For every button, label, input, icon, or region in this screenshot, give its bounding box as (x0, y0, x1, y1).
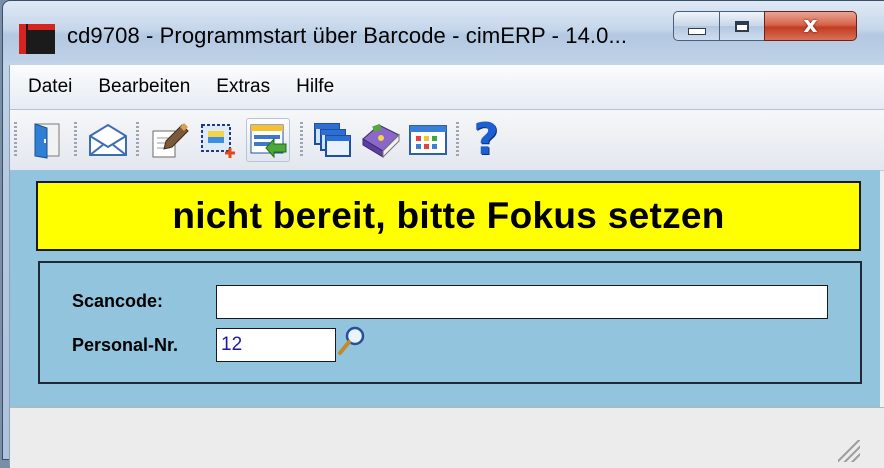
book-button[interactable] (358, 118, 402, 162)
search-button[interactable] (338, 325, 366, 362)
book-icon (362, 123, 400, 159)
window-title: cd9708 - Programmstart über Barcode - ci… (67, 23, 628, 48)
menu-hilfe[interactable]: Hilfe (283, 76, 347, 98)
status-bar (10, 407, 884, 468)
minimize-icon (687, 27, 706, 35)
mail-icon (89, 123, 127, 156)
edit-document-icon (152, 123, 189, 158)
toolbar: ? (10, 110, 884, 171)
menu-extras[interactable]: Extras (203, 76, 283, 98)
list-import-button[interactable] (246, 118, 290, 162)
toolbar-separator (74, 122, 77, 158)
close-icon: x (803, 13, 818, 38)
help-button[interactable]: ? (464, 118, 508, 162)
menu-datei[interactable]: Datei (10, 76, 85, 98)
magnifier-icon (338, 326, 365, 355)
exit-button[interactable] (26, 118, 70, 162)
toolbar-separator (300, 122, 303, 158)
grid-view-button[interactable] (406, 118, 450, 162)
new-selection-icon (201, 124, 235, 158)
personal-nr-input[interactable]: 12 (216, 328, 336, 362)
windows-icon (314, 123, 351, 157)
minimize-button[interactable] (673, 11, 720, 41)
mail-button[interactable] (86, 118, 130, 162)
toolbar-grip[interactable] (14, 122, 17, 158)
menu-bar: Datei Bearbeiten Extras Hilfe (10, 65, 884, 110)
close-button[interactable]: x (764, 11, 857, 41)
client-area: Datei Bearbeiten Extras Hilfe ? nicht be… (9, 65, 884, 468)
toolbar-separator (456, 122, 459, 158)
resize-grip[interactable] (838, 440, 860, 462)
list-import-icon (250, 124, 287, 158)
app-logo-icon[interactable] (19, 24, 55, 54)
menu-bearbeiten[interactable]: Bearbeiten (85, 76, 203, 98)
personal-nr-label: Personal-Nr. (72, 335, 179, 355)
toolbar-separator (136, 122, 139, 158)
new-selection-button[interactable] (196, 118, 240, 162)
status-banner: nicht bereit, bitte Fokus setzen (36, 181, 861, 251)
scancode-input[interactable] (216, 285, 828, 319)
windows-button[interactable] (310, 118, 354, 162)
maximize-button[interactable] (719, 11, 765, 41)
scan-form-panel: Scancode: Personal-Nr. 12 (38, 261, 862, 384)
exit-door-icon (34, 123, 60, 159)
scancode-label: Scancode: (72, 291, 164, 311)
edit-button[interactable] (148, 118, 192, 162)
grid-view-icon (409, 125, 447, 155)
maximize-icon (735, 20, 749, 32)
help-icon: ? (473, 114, 499, 165)
title-bar[interactable]: cd9708 - Programmstart über Barcode - ci… (3, 1, 884, 63)
